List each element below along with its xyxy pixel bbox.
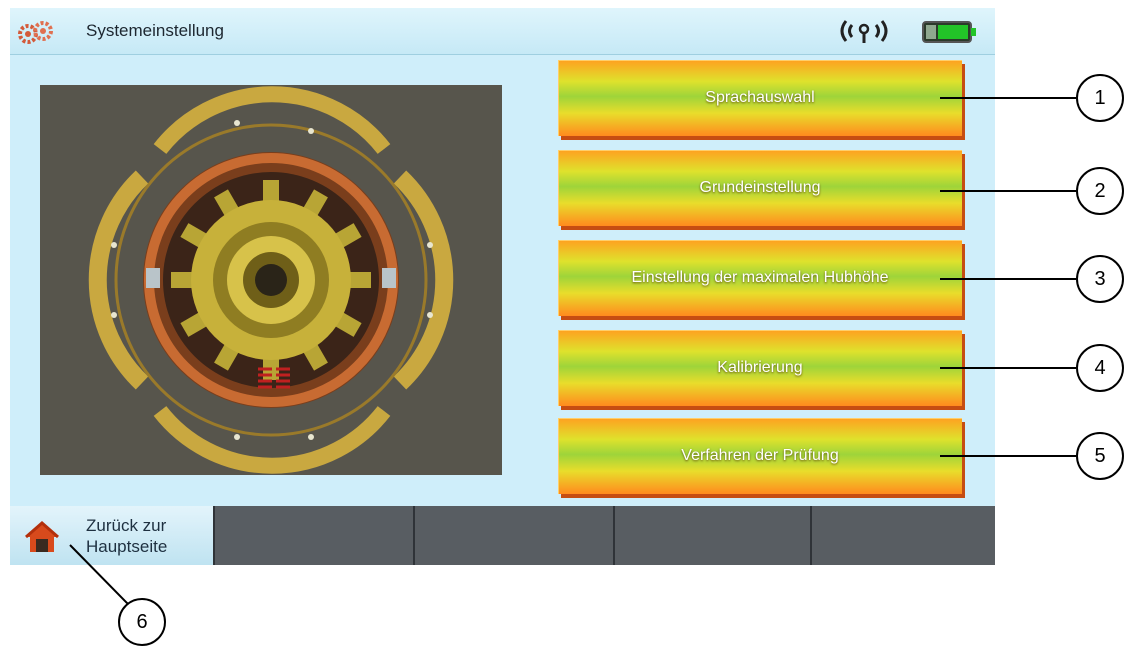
max-lift-height-button[interactable]: Einstellung der maximalen Hubhöhe (558, 240, 962, 316)
gear-image (40, 85, 502, 475)
bottom-bar: Zurück zur Hauptseite (10, 506, 995, 565)
home-button-label: Zurück zur Hauptseite (86, 515, 167, 557)
house-icon (25, 521, 59, 552)
callout-2: 2 (1076, 167, 1124, 215)
home-label-line2: Hauptseite (86, 537, 168, 556)
home-label-line1: Zurück zur (86, 516, 167, 535)
callout-3: 3 (1076, 255, 1124, 303)
wifi-signal-icon (840, 20, 888, 43)
battery-icon (922, 21, 976, 43)
test-procedure-button[interactable]: Verfahren der Prüfung (558, 418, 962, 494)
device-screen: Systemeinstellung Sprachauswahl Grundein… (10, 8, 995, 565)
back-to-main-page-button[interactable]: Zurück zur Hauptseite (10, 506, 215, 565)
title-bar: Systemeinstellung (10, 8, 995, 55)
language-selection-button[interactable]: Sprachauswahl (558, 60, 962, 136)
calibration-button[interactable]: Kalibrierung (558, 330, 962, 406)
callout-5: 5 (1076, 432, 1124, 480)
empty-tab-divider (413, 506, 415, 565)
empty-tab-divider (613, 506, 615, 565)
callout-4: 4 (1076, 344, 1124, 392)
empty-tab-divider (810, 506, 812, 565)
basic-settings-button[interactable]: Grundeinstellung (558, 150, 962, 226)
gear-illustration (40, 85, 502, 475)
callout-1: 1 (1076, 74, 1124, 122)
page-title: Systemeinstellung (86, 21, 224, 40)
callout-6: 6 (118, 598, 166, 646)
gears-icon (18, 21, 53, 44)
